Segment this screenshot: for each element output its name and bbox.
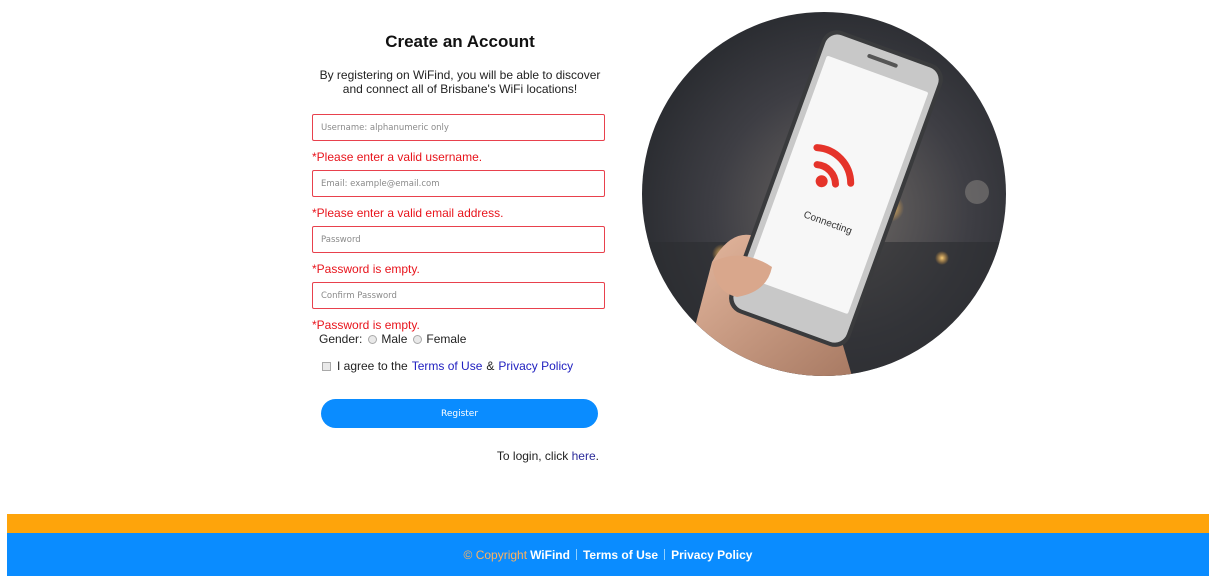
- privacy-policy-link[interactable]: Privacy Policy: [498, 359, 573, 373]
- footer-copyright: © Copyright: [463, 547, 528, 562]
- agree-prefix: I agree to the: [337, 359, 408, 373]
- phone-connecting-illustration: Connecting: [642, 12, 1006, 376]
- email-error: *Please enter a valid email address.: [312, 206, 504, 220]
- password-error: *Password is empty.: [312, 262, 420, 276]
- password-input[interactable]: [312, 226, 605, 253]
- male-label: Male: [381, 332, 408, 346]
- intro-line-1: By registering on WiFind, you will be ab…: [319, 68, 601, 82]
- confirm-password-error: *Password is empty.: [312, 318, 420, 332]
- gender-label: Gender:: [319, 332, 363, 346]
- email-input[interactable]: [312, 170, 605, 197]
- username-input[interactable]: [312, 114, 605, 141]
- terms-agreement: I agree to the Terms of Use & Privacy Po…: [322, 359, 573, 373]
- gender-group: Gender: Male Female: [319, 332, 466, 346]
- footer-accent-bar: [7, 514, 1209, 533]
- female-radio[interactable]: [413, 334, 423, 344]
- hero-image: Connecting: [642, 12, 1006, 376]
- register-button[interactable]: Register: [321, 399, 598, 428]
- footer-divider: [575, 549, 577, 560]
- username-error: *Please enter a valid username.: [312, 150, 483, 164]
- footer: © Copyright WiFind Terms of Use Privacy …: [7, 533, 1209, 576]
- intro-text: By registering on WiFind, you will be ab…: [312, 68, 608, 96]
- footer-divider: [664, 549, 666, 560]
- agree-checkbox[interactable]: [322, 361, 331, 371]
- login-link[interactable]: here: [572, 449, 596, 463]
- agree-ampersand: &: [486, 359, 495, 373]
- terms-of-use-link[interactable]: Terms of Use: [412, 359, 483, 373]
- intro-line-2: and connect all of Brisbane's WiFi locat…: [342, 82, 578, 96]
- male-radio[interactable]: [368, 334, 378, 344]
- login-prefix: To login, click: [496, 449, 569, 463]
- register-page: Create an Account By registering on WiFi…: [0, 0, 1209, 576]
- login-prompt: To login, click here.: [312, 449, 599, 463]
- page-title: Create an Account: [385, 32, 535, 51]
- footer-terms-link[interactable]: Terms of Use: [583, 548, 658, 562]
- gender-option-female[interactable]: Female: [407, 332, 466, 346]
- gender-option-male[interactable]: Male: [362, 332, 407, 346]
- female-label: Female: [426, 332, 467, 346]
- login-suffix: .: [595, 449, 599, 463]
- confirm-password-input[interactable]: [312, 282, 605, 309]
- footer-brand: WiFind: [530, 547, 570, 562]
- footer-privacy-link[interactable]: Privacy Policy: [671, 548, 752, 562]
